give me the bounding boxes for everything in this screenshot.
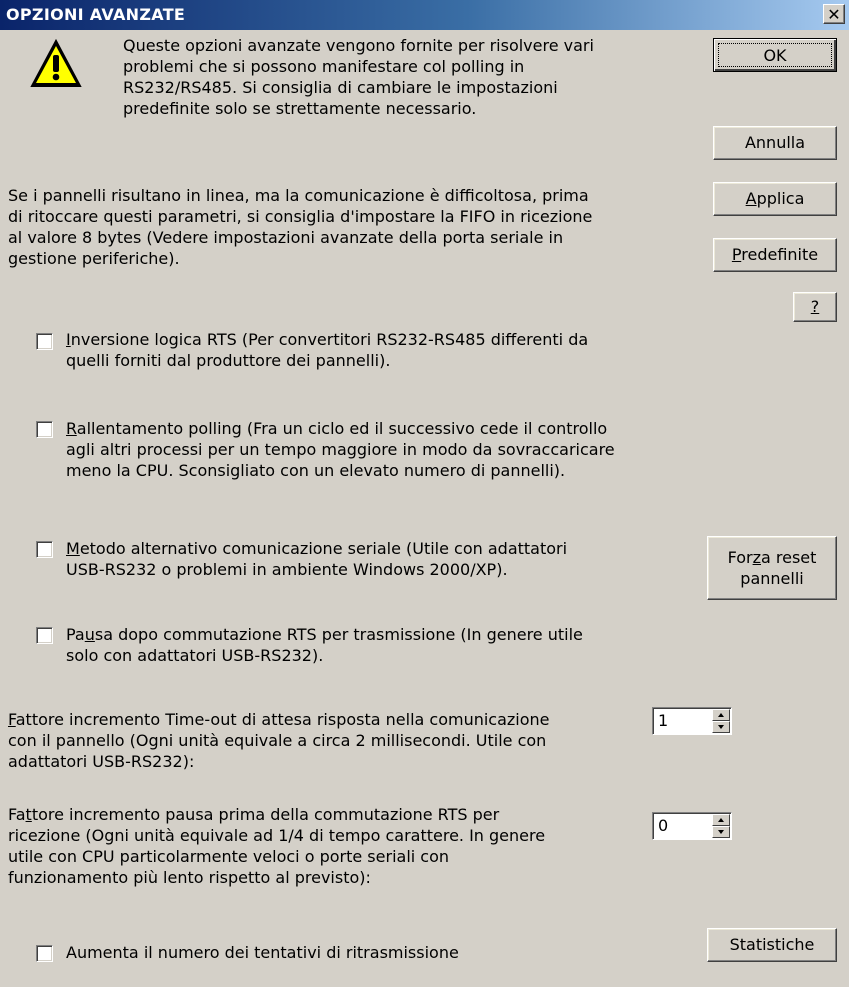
- pausa-ricezione-spinner[interactable]: 0: [652, 812, 732, 840]
- pausa-ricezione-value[interactable]: 0: [658, 816, 668, 835]
- pausa-ricezione-label: Fattore incremento pausa prima della com…: [8, 804, 545, 888]
- pausa-ricezione-pre: Fa: [8, 805, 26, 824]
- intro-line-2: problemi che si possono manifestare col …: [123, 57, 525, 76]
- inversione-rts-line-1: nversione logica RTS (Per convertitori R…: [70, 330, 589, 349]
- inversione-rts-checkbox[interactable]: [36, 333, 53, 350]
- spinner-up-icon[interactable]: [712, 709, 730, 721]
- forza-reset-pre: For: [727, 548, 753, 567]
- pausa-ricezione-spinner-arrows: [712, 814, 730, 838]
- intro-line-4: predefinite solo se strettamente necessa…: [123, 99, 477, 118]
- pausa-rts-accel: u: [84, 625, 95, 644]
- predefinite-label: redefinite: [741, 245, 819, 264]
- timeout-spinner[interactable]: 1: [652, 707, 732, 735]
- help-button[interactable]: ?: [793, 292, 837, 322]
- predefinite-accel: P: [731, 245, 742, 264]
- pausa-rts-line-1: sa dopo commutazione RTS per trasmission…: [94, 625, 583, 644]
- rallentamento-polling-accel: R: [66, 419, 77, 438]
- pausa-ricezione-line-1: tore incremento pausa prima della commut…: [31, 805, 500, 824]
- timeout-line-1: attore incremento Time-out di attesa ris…: [15, 710, 550, 729]
- intro-line-1: Queste opzioni avanzate vengono fornite …: [123, 36, 594, 55]
- close-button[interactable]: ✕: [823, 4, 845, 24]
- predefinite-button[interactable]: Predefinite: [713, 238, 837, 272]
- rallentamento-polling-line-1: allentamento polling (Fra un ciclo ed il…: [76, 419, 608, 438]
- timeout-value[interactable]: 1: [658, 711, 668, 730]
- pausa-ricezione-line-3: utile con CPU particolarmente veloci o p…: [8, 847, 450, 866]
- inversione-rts-line-2: quelli forniti dal produttore dei pannel…: [66, 351, 391, 370]
- metodo-alternativo-line-2: USB-RS232 o problemi in ambiente Windows…: [66, 560, 508, 579]
- rallentamento-polling-checkbox[interactable]: [36, 421, 53, 438]
- spinner-down-icon[interactable]: [712, 721, 730, 733]
- rallentamento-polling-label: Rallentamento polling (Fra un ciclo ed i…: [66, 418, 615, 481]
- title-bar: OPZIONI AVANZATE ✕: [0, 0, 849, 30]
- inversione-rts-label: Inversione logica RTS (Per convertitori …: [66, 329, 588, 371]
- fifo-note-line-3: al valore 8 bytes (Vedere impostazioni a…: [8, 228, 564, 247]
- fifo-note-line-4: gestione periferiche).: [8, 249, 180, 268]
- spinner-down-icon[interactable]: [712, 826, 730, 838]
- pausa-ricezione-line-2: ricezione (Ogni unità equivale ad 1/4 di…: [8, 826, 546, 845]
- fifo-note-line-1: Se i pannelli risultano in linea, ma la …: [8, 186, 589, 205]
- aumenta-tentativi-label: Aumenta il numero dei tentativi di ritra…: [66, 943, 459, 962]
- applica-label: pplica: [756, 189, 805, 208]
- forza-reset-accel: z: [752, 548, 761, 567]
- spinner-up-icon[interactable]: [712, 814, 730, 826]
- warning-icon: [30, 38, 82, 87]
- metodo-alternativo-line-1: etodo alternativo comunicazione seriale …: [79, 539, 568, 558]
- forza-reset-pannelli-button[interactable]: Forza reset pannelli: [707, 536, 837, 600]
- window-title: OPZIONI AVANZATE: [6, 5, 186, 24]
- fifo-note-line-2: di ritoccare questi parametri, si consig…: [8, 207, 593, 226]
- rallentamento-polling-line-2: agli altri processi per un tempo maggior…: [66, 440, 615, 459]
- timeout-accel: F: [8, 710, 16, 729]
- rallentamento-polling-line-3: meno la CPU. Sconsigliato con un elevato…: [66, 461, 566, 480]
- timeout-spinner-arrows: [712, 709, 730, 733]
- ok-button[interactable]: OK: [713, 38, 837, 72]
- ok-button-label: OK: [718, 43, 832, 67]
- close-icon: ✕: [827, 5, 841, 24]
- fifo-note: Se i pannelli risultano in linea, ma la …: [8, 185, 592, 269]
- metodo-alternativo-label: Metodo alternativo comunicazione seriale…: [66, 538, 567, 580]
- timeout-line-3: adattatori USB-RS232):: [8, 752, 195, 771]
- applica-button[interactable]: Applica: [713, 182, 837, 216]
- help-label: ?: [810, 297, 820, 316]
- timeout-label: Fattore incremento Time-out di attesa ri…: [8, 709, 550, 772]
- forza-reset-post: a reset: [760, 548, 817, 567]
- statistiche-button[interactable]: Statistiche: [707, 928, 837, 962]
- intro-text: Queste opzioni avanzate vengono fornite …: [123, 35, 594, 119]
- pausa-ricezione-line-4: funzionamento più lento rispetto al prev…: [8, 868, 371, 887]
- forza-reset-line-2: pannelli: [740, 569, 804, 588]
- metodo-alternativo-checkbox[interactable]: [36, 541, 53, 558]
- applica-accel: A: [745, 189, 757, 208]
- pausa-rts-line-2: solo con adattatori USB-RS232).: [66, 646, 324, 665]
- pausa-rts-pre: Pa: [66, 625, 85, 644]
- aumenta-tentativi-checkbox[interactable]: [36, 945, 53, 962]
- pausa-rts-label: Pausa dopo commutazione RTS per trasmiss…: [66, 624, 583, 666]
- annulla-button[interactable]: Annulla: [713, 126, 837, 160]
- pausa-rts-checkbox[interactable]: [36, 627, 53, 644]
- metodo-alternativo-accel: M: [66, 539, 80, 558]
- intro-line-3: RS232/RS485. Si consiglia di cambiare le…: [123, 78, 558, 97]
- timeout-line-2: con il pannello (Ogni unità equivale a c…: [8, 731, 547, 750]
